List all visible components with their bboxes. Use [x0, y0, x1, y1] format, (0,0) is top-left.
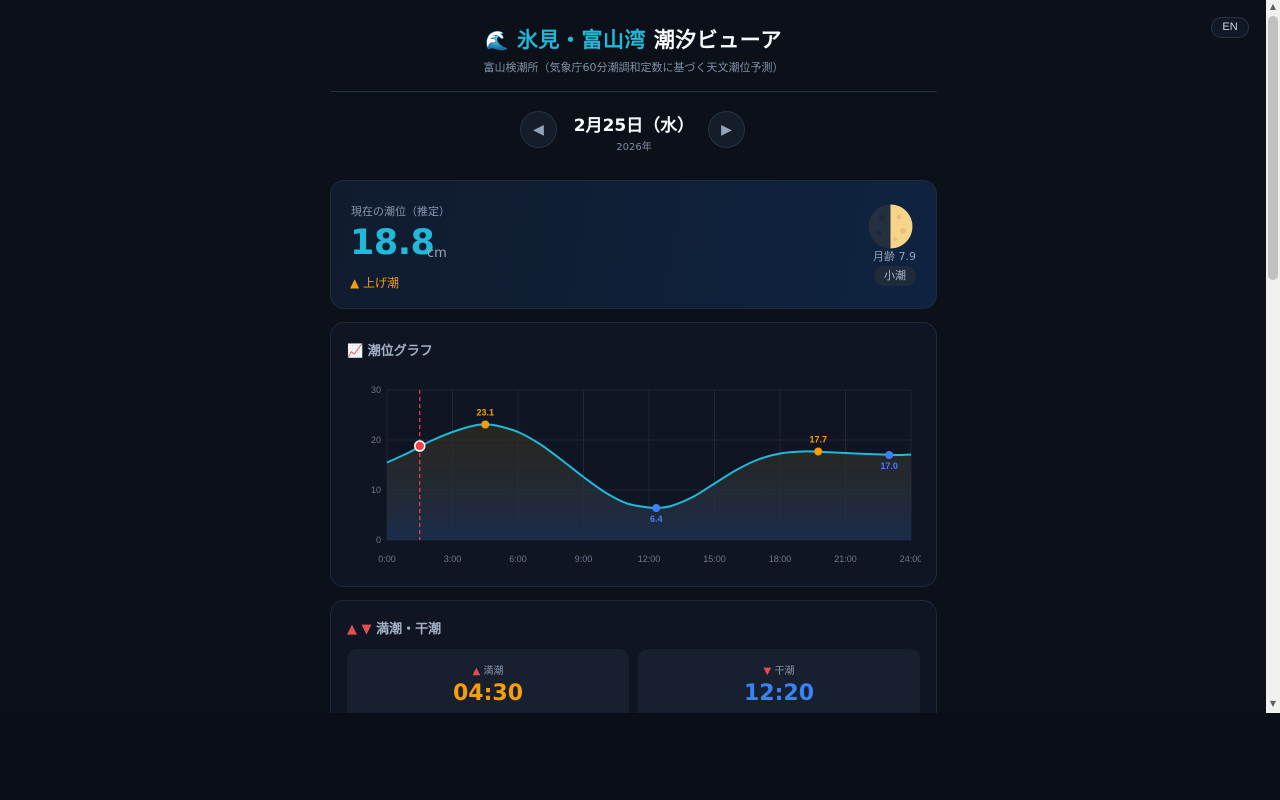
next-day-button[interactable]: ▶	[708, 111, 745, 148]
y-tick-label: 20	[371, 435, 381, 445]
current-tide-value: 18.8	[350, 223, 435, 263]
high-low-card: ▲ ▼ 満潮・干潮 ▲ 満潮 04:30 ▼ 干潮 12:20	[330, 600, 937, 713]
low-tide-value-label: 6.4	[650, 514, 663, 524]
wave-icon: 🌊	[485, 30, 510, 52]
current-tide-unit: cm	[427, 246, 447, 261]
low-tide-value-label: 17.0	[880, 461, 898, 471]
title-location: 氷見・富山湾	[517, 28, 646, 52]
moon-age: 月齢 7.9	[873, 250, 916, 263]
x-tick-label: 15:00	[703, 554, 726, 564]
x-tick-label: 18:00	[769, 554, 792, 564]
x-tick-label: 21:00	[834, 554, 857, 564]
high-tide-label: ▲ 満潮	[347, 662, 629, 677]
high-tide-point	[814, 447, 823, 456]
low-tide-label-text: 干潮	[774, 666, 795, 677]
tide-chart: 0 10 20 30 0:00 3:00 6:00 9:00 12:00 15:00 18:00 21…	[371, 385, 921, 564]
graph-heading: 📈 潮位グラフ	[347, 344, 433, 359]
y-tick-label: 0	[376, 535, 381, 545]
current-date: 2月25日（水）	[573, 116, 695, 136]
x-tick-label: 6:00	[509, 554, 527, 564]
page-subtitle: 富山検潮所（気象庁60分潮調和定数に基づく天文潮位予測）	[483, 61, 784, 74]
x-tick-label: 12:00	[638, 554, 661, 564]
tide-trend: ▲ 上げ潮	[350, 276, 400, 290]
scrollbar[interactable]: ▲ ▼	[1266, 0, 1280, 713]
high-low-title: 満潮・干潮	[376, 622, 442, 637]
high-tide-point	[481, 420, 490, 429]
language-toggle-button[interactable]: EN	[1211, 17, 1249, 38]
low-tide-box: ▼ 干潮 12:20	[638, 649, 920, 713]
triangle-down-icon: ▼	[763, 666, 772, 677]
high-low-heading: ▲ ▼ 満潮・干潮	[347, 618, 441, 637]
current-tide-card: 現在の潮位（推定） 18.8 cm ▲ 上げ潮 月齢 7.9 小潮	[330, 180, 937, 309]
scroll-up-arrow-icon[interactable]: ▲	[1266, 0, 1280, 14]
tide-type-badge: 小潮	[874, 266, 916, 286]
current-tide-label: 現在の潮位（推定）	[351, 205, 450, 218]
high-tide-box: ▲ 満潮 04:30	[347, 649, 629, 713]
header-divider	[330, 91, 937, 92]
scroll-down-arrow-icon[interactable]: ▼	[1266, 697, 1280, 711]
chevron-left-icon: ◀	[533, 121, 544, 138]
page-title: 🌊 氷見・富山湾 潮汐ビューア	[330, 24, 937, 56]
x-tick-label: 24:00	[900, 554, 921, 564]
low-tide-point	[652, 504, 661, 512]
now-marker-point	[414, 440, 426, 452]
tide-graph-card: 📈 潮位グラフ 0 10 20 30 0:00 3:00 6:00 9:00 12:00 15:0…	[330, 322, 937, 587]
scrollbar-thumb[interactable]	[1268, 16, 1278, 280]
date-navigator: ◀ 2月25日（水） 2026年 ▶	[520, 111, 745, 153]
x-tick-label: 9:00	[575, 554, 593, 564]
low-tide-time: 12:20	[743, 681, 815, 706]
low-tide-label: ▼ 干潮	[638, 662, 920, 677]
high-tide-label-text: 満潮	[483, 666, 504, 677]
y-tick-label: 30	[371, 385, 381, 395]
triangle-up-icon: ▲	[472, 666, 481, 677]
triangle-up-icon: ▲	[347, 622, 357, 637]
low-tide-point	[885, 451, 894, 459]
high-tide-value-label: 17.7	[809, 435, 827, 445]
x-tick-label: 3:00	[444, 554, 462, 564]
current-year: 2026年	[616, 142, 652, 153]
triangle-down-icon: ▼	[361, 622, 372, 637]
moon-phase-icon	[868, 204, 913, 249]
y-tick-label: 10	[371, 485, 381, 495]
chevron-right-icon: ▶	[721, 121, 732, 138]
prev-day-button[interactable]: ◀	[520, 111, 557, 148]
app-viewport: EN 🌊 氷見・富山湾 潮汐ビューア 富山検潮所（気象庁60分潮調和定数に基づく…	[0, 0, 1266, 713]
page-header: 🌊 氷見・富山湾 潮汐ビューア 富山検潮所（気象庁60分潮調和定数に基づく天文潮…	[330, 24, 937, 75]
high-tide-time: 04:30	[452, 681, 524, 706]
outside-viewport-area	[0, 713, 1280, 800]
high-tide-value-label: 23.1	[476, 408, 494, 418]
title-app-name: 潮汐ビューア	[653, 28, 782, 52]
x-tick-label: 0:00	[378, 554, 396, 564]
